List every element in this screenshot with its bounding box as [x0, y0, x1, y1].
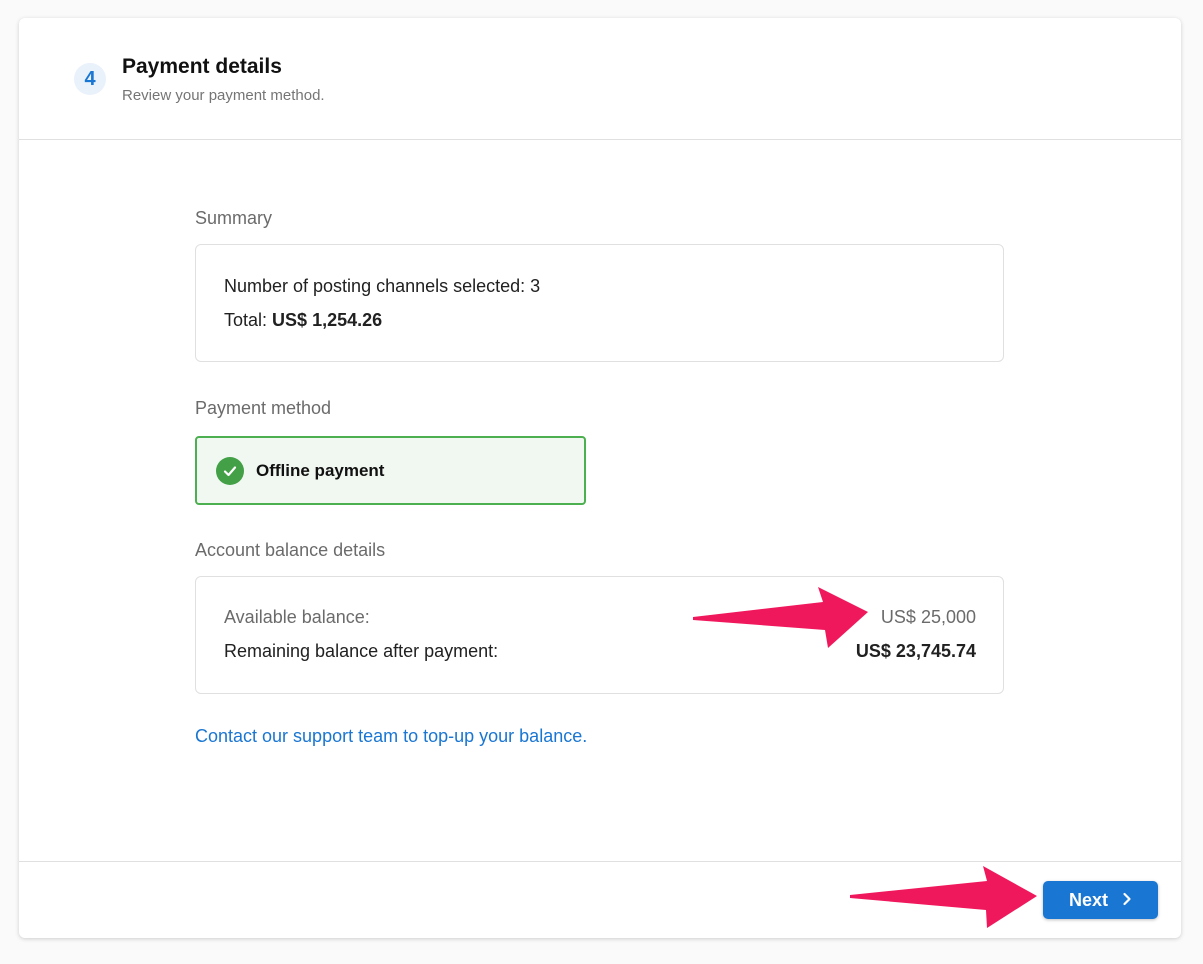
channels-selected-text: Number of posting channels selected: 3 — [224, 276, 541, 296]
summary-box: Number of posting channels selected: 3 T… — [195, 244, 1004, 362]
step-number-badge: 4 — [74, 63, 106, 95]
account-balance-label: Account balance details — [195, 540, 386, 560]
account-balance-box: Available balance: US$ 25,000 Remaining … — [195, 576, 1004, 694]
remaining-balance-row: Remaining balance after payment: US$ 23,… — [224, 641, 976, 662]
available-balance-label: Available balance: — [224, 607, 370, 627]
total-label: Total: — [224, 310, 268, 330]
payment-method-name: Offline payment — [256, 460, 385, 480]
payment-method-label: Payment method — [195, 398, 332, 418]
remaining-balance-value: US$ 23,745.74 — [855, 641, 976, 661]
page-title: Payment details — [122, 55, 282, 78]
summary-label: Summary — [195, 208, 273, 228]
page-subtitle: Review your payment method. — [122, 87, 325, 104]
card-footer: Next — [19, 861, 1181, 938]
available-balance-value: US$ 25,000 — [880, 607, 976, 627]
chevron-right-icon — [1122, 890, 1132, 911]
available-balance-row: Available balance: US$ 25,000 — [224, 607, 976, 628]
offline-payment-option[interactable]: Offline payment — [195, 436, 586, 505]
card-header: 4 Payment details Review your payment me… — [19, 18, 1181, 140]
next-button[interactable]: Next — [1043, 881, 1158, 919]
total-value: US$ 1,254.26 — [272, 310, 383, 330]
remaining-balance-label: Remaining balance after payment: — [224, 641, 499, 661]
payment-details-card: 4 Payment details Review your payment me… — [19, 18, 1181, 938]
contact-support-link[interactable]: Contact our support team to top-up your … — [195, 726, 587, 747]
total-line: Total: US$ 1,254.26 — [224, 310, 382, 331]
next-button-label: Next — [1068, 889, 1108, 910]
check-circle-icon — [216, 456, 244, 485]
